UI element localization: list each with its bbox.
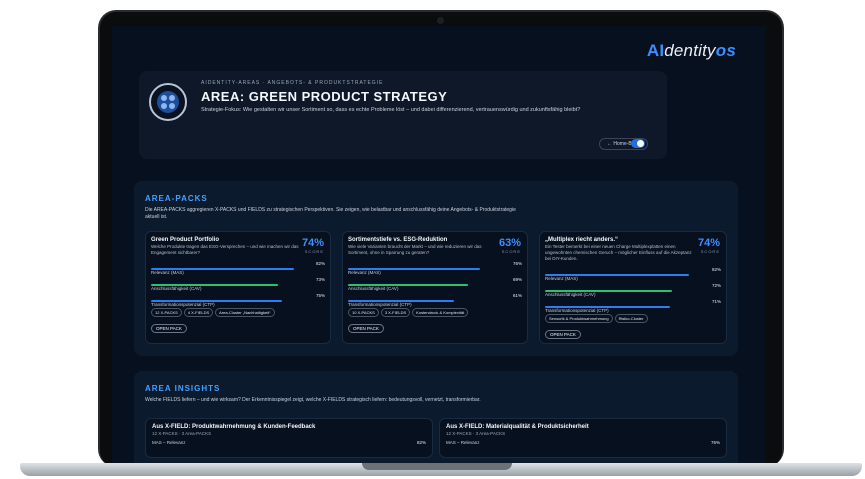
camera-dot bbox=[437, 17, 444, 24]
insight-metric-value: 76% bbox=[710, 440, 720, 445]
metric-label: Relevanz (MAS) bbox=[545, 276, 578, 281]
area-eyebrow: AIDENTITY-AREAS · ANGEBOTS- & PRODUKTSTR… bbox=[201, 80, 384, 86]
pack-tag[interactable]: Sensorik & Produktwahrnehmung bbox=[545, 314, 613, 323]
area-hero-card: AIDENTITY-AREAS · ANGEBOTS- & PRODUKTSTR… bbox=[139, 71, 667, 159]
metric-label: Anschlussfähigkeit (CAV) bbox=[151, 286, 202, 291]
pack-tag[interactable]: 12 X-PACKS bbox=[151, 308, 182, 317]
logo-identity: dentity bbox=[664, 41, 716, 60]
page-title: AREA: GREEN PRODUCT STRATEGY bbox=[201, 89, 448, 104]
metric-label: Anschlussfähigkeit (CAV) bbox=[545, 292, 596, 297]
pack-score: 63% SCORE bbox=[499, 237, 521, 254]
pack-score-value: 74% bbox=[697, 237, 720, 249]
pack-tag[interactable]: Kostendruck & Komplexität bbox=[412, 308, 469, 317]
metric-bar bbox=[151, 268, 294, 270]
metric-label: Transformationspotenzial (CTP) bbox=[151, 302, 215, 307]
open-pack-button[interactable]: OPEN PACK bbox=[151, 324, 187, 333]
area-insights-section: AREA INSIGHTS Welche FIELDS liefern – un… bbox=[134, 371, 738, 463]
metric-bar bbox=[151, 284, 279, 286]
metric-value: 76% bbox=[512, 261, 522, 266]
metric-bar bbox=[545, 274, 690, 276]
insight-card-title: Aus X-FIELD: Materialqualität & Produkts… bbox=[446, 424, 589, 430]
insight-card-subtitle: 12 X-PACKS · 3 Area-PACKS bbox=[152, 431, 212, 436]
insight-metric-label: MAS – Relevanz bbox=[446, 440, 480, 445]
metric-label: Relevanz (MAS) bbox=[348, 270, 381, 275]
metric-row: Transformationspotenzial (CTP) 61% bbox=[348, 293, 522, 307]
metric-row: Anschlussfähigkeit (CAV) 72% bbox=[545, 283, 721, 297]
insight-metric-row: MAS – Relevanz 82% bbox=[152, 440, 426, 445]
brand-logo[interactable]: AIdentityos bbox=[647, 41, 736, 61]
strategy-focus-text: Strategie-Fokus: Wie gestalten wir unser… bbox=[201, 107, 581, 113]
metric-row: Anschlussfähigkeit (CAV) 69% bbox=[348, 277, 522, 291]
metric-row: Relevanz (MAS) 82% bbox=[151, 261, 325, 275]
pack-card-title: Green Product Portfolio bbox=[151, 237, 220, 243]
open-pack-button[interactable]: OPEN PACK bbox=[545, 330, 581, 339]
metric-value: 71% bbox=[711, 299, 721, 304]
metric-bar bbox=[545, 306, 670, 308]
metric-label: Transformationspotenzial (CTP) bbox=[348, 302, 412, 307]
metric-value: 61% bbox=[512, 293, 522, 298]
pack-score: 74% SCORE bbox=[698, 237, 720, 254]
app-screen: AIdentityos AIDENTITY-AREAS · ANGEBOTS- … bbox=[112, 26, 766, 463]
pack-score-label: SCORE bbox=[700, 249, 720, 254]
pack-card: Sortimentstiefe vs. ESG-Reduktion Wie vi… bbox=[342, 231, 528, 344]
pack-score: 74% SCORE bbox=[302, 237, 324, 254]
metric-bar bbox=[348, 284, 469, 286]
pack-tags: 10 X-PACKS 3 X-FIELDS Kostendruck & Komp… bbox=[348, 308, 522, 317]
metric-value: 69% bbox=[512, 277, 522, 282]
pack-card-title: „Multiplex riecht anders.“ bbox=[545, 237, 619, 243]
pack-tag[interactable]: 10 X-PACKS bbox=[348, 308, 379, 317]
pack-card: „Multiplex riecht anders.“ Ein Tester be… bbox=[539, 231, 727, 344]
metric-label: Transformationspotenzial (CTP) bbox=[545, 308, 609, 313]
pack-card-subtitle: Wie viele Varianten braucht der Markt – … bbox=[348, 244, 482, 255]
pack-tag[interactable]: 3 X-FIELDS bbox=[380, 308, 411, 317]
area-insights-title: AREA INSIGHTS bbox=[145, 384, 221, 393]
metric-value: 72% bbox=[711, 283, 721, 288]
pack-score-label: SCORE bbox=[304, 249, 324, 254]
metric-value: 82% bbox=[711, 267, 721, 272]
insight-metric-value: 82% bbox=[416, 440, 426, 445]
metric-row: Relevanz (MAS) 82% bbox=[545, 267, 721, 281]
pack-tags: 12 X-PACKS 4 X-FIELDS Area-Cluster „Nach… bbox=[151, 308, 325, 317]
metric-bar bbox=[545, 290, 672, 292]
area-packs-title: AREA-PACKS bbox=[145, 194, 208, 203]
metric-row: Transformationspotenzial (CTP) 75% bbox=[151, 293, 325, 307]
metric-label: Anschlussfähigkeit (CAV) bbox=[348, 286, 399, 291]
metric-bar bbox=[151, 300, 282, 302]
area-packs-section: AREA-PACKS Die AREA-PACKS aggregieren X-… bbox=[134, 181, 738, 356]
area-insights-description: Welche FIELDS liefern – und wie wirksam?… bbox=[145, 397, 481, 403]
pack-tag[interactable]: Area-Cluster „Nachhaltigkeit“ bbox=[215, 308, 275, 317]
metric-bar bbox=[348, 300, 455, 302]
area-emblem-icon bbox=[149, 83, 187, 121]
theme-toggle[interactable] bbox=[631, 139, 645, 148]
pack-card-subtitle: Welche Produkte tragen das ESG-Versprech… bbox=[151, 244, 299, 255]
metric-value: 75% bbox=[315, 293, 325, 298]
insight-metric-row: MAS – Relevanz 76% bbox=[446, 440, 720, 445]
logo-ai: AI bbox=[646, 41, 665, 60]
pack-card-subtitle: Ein Tester bemerkt bei einer neuen Charg… bbox=[545, 244, 692, 261]
insight-card-title: Aus X-FIELD: Produktwahrnehmung & Kunden… bbox=[152, 424, 316, 430]
pack-score-value: 63% bbox=[498, 237, 521, 249]
area-packs-description: Die AREA-PACKS aggregieren X-PACKS und F… bbox=[145, 207, 516, 220]
pack-card: Green Product Portfolio Welche Produkte … bbox=[145, 231, 331, 344]
insight-card-subtitle: 12 X-PACKS · 3 Area-PACKS bbox=[446, 431, 506, 436]
insight-metric-label: MAS – Relevanz bbox=[152, 440, 186, 445]
insight-card[interactable]: Aus X-FIELD: Produktwahrnehmung & Kunden… bbox=[145, 418, 433, 458]
pack-tag[interactable]: Risiko-Cluster bbox=[614, 314, 648, 323]
pack-card-title: Sortimentstiefe vs. ESG-Reduktion bbox=[348, 237, 448, 243]
pack-tag[interactable]: 4 X-FIELDS bbox=[183, 308, 214, 317]
logo-os: os bbox=[715, 41, 736, 60]
metric-label: Relevanz (MAS) bbox=[151, 270, 184, 275]
metric-row: Relevanz (MAS) 76% bbox=[348, 261, 522, 275]
insight-card[interactable]: Aus X-FIELD: Materialqualität & Produkts… bbox=[439, 418, 727, 458]
metric-value: 82% bbox=[315, 261, 325, 266]
metric-row: Anschlussfähigkeit (CAV) 73% bbox=[151, 277, 325, 291]
pack-tags: Sensorik & Produktwahrnehmung Risiko-Clu… bbox=[545, 314, 721, 323]
metric-value: 73% bbox=[315, 277, 325, 282]
metric-bar bbox=[348, 268, 481, 270]
metric-row: Transformationspotenzial (CTP) 71% bbox=[545, 299, 721, 313]
pack-score-value: 74% bbox=[301, 237, 324, 249]
pack-score-label: SCORE bbox=[501, 249, 521, 254]
laptop-notch bbox=[362, 463, 512, 470]
open-pack-button[interactable]: OPEN PACK bbox=[348, 324, 384, 333]
